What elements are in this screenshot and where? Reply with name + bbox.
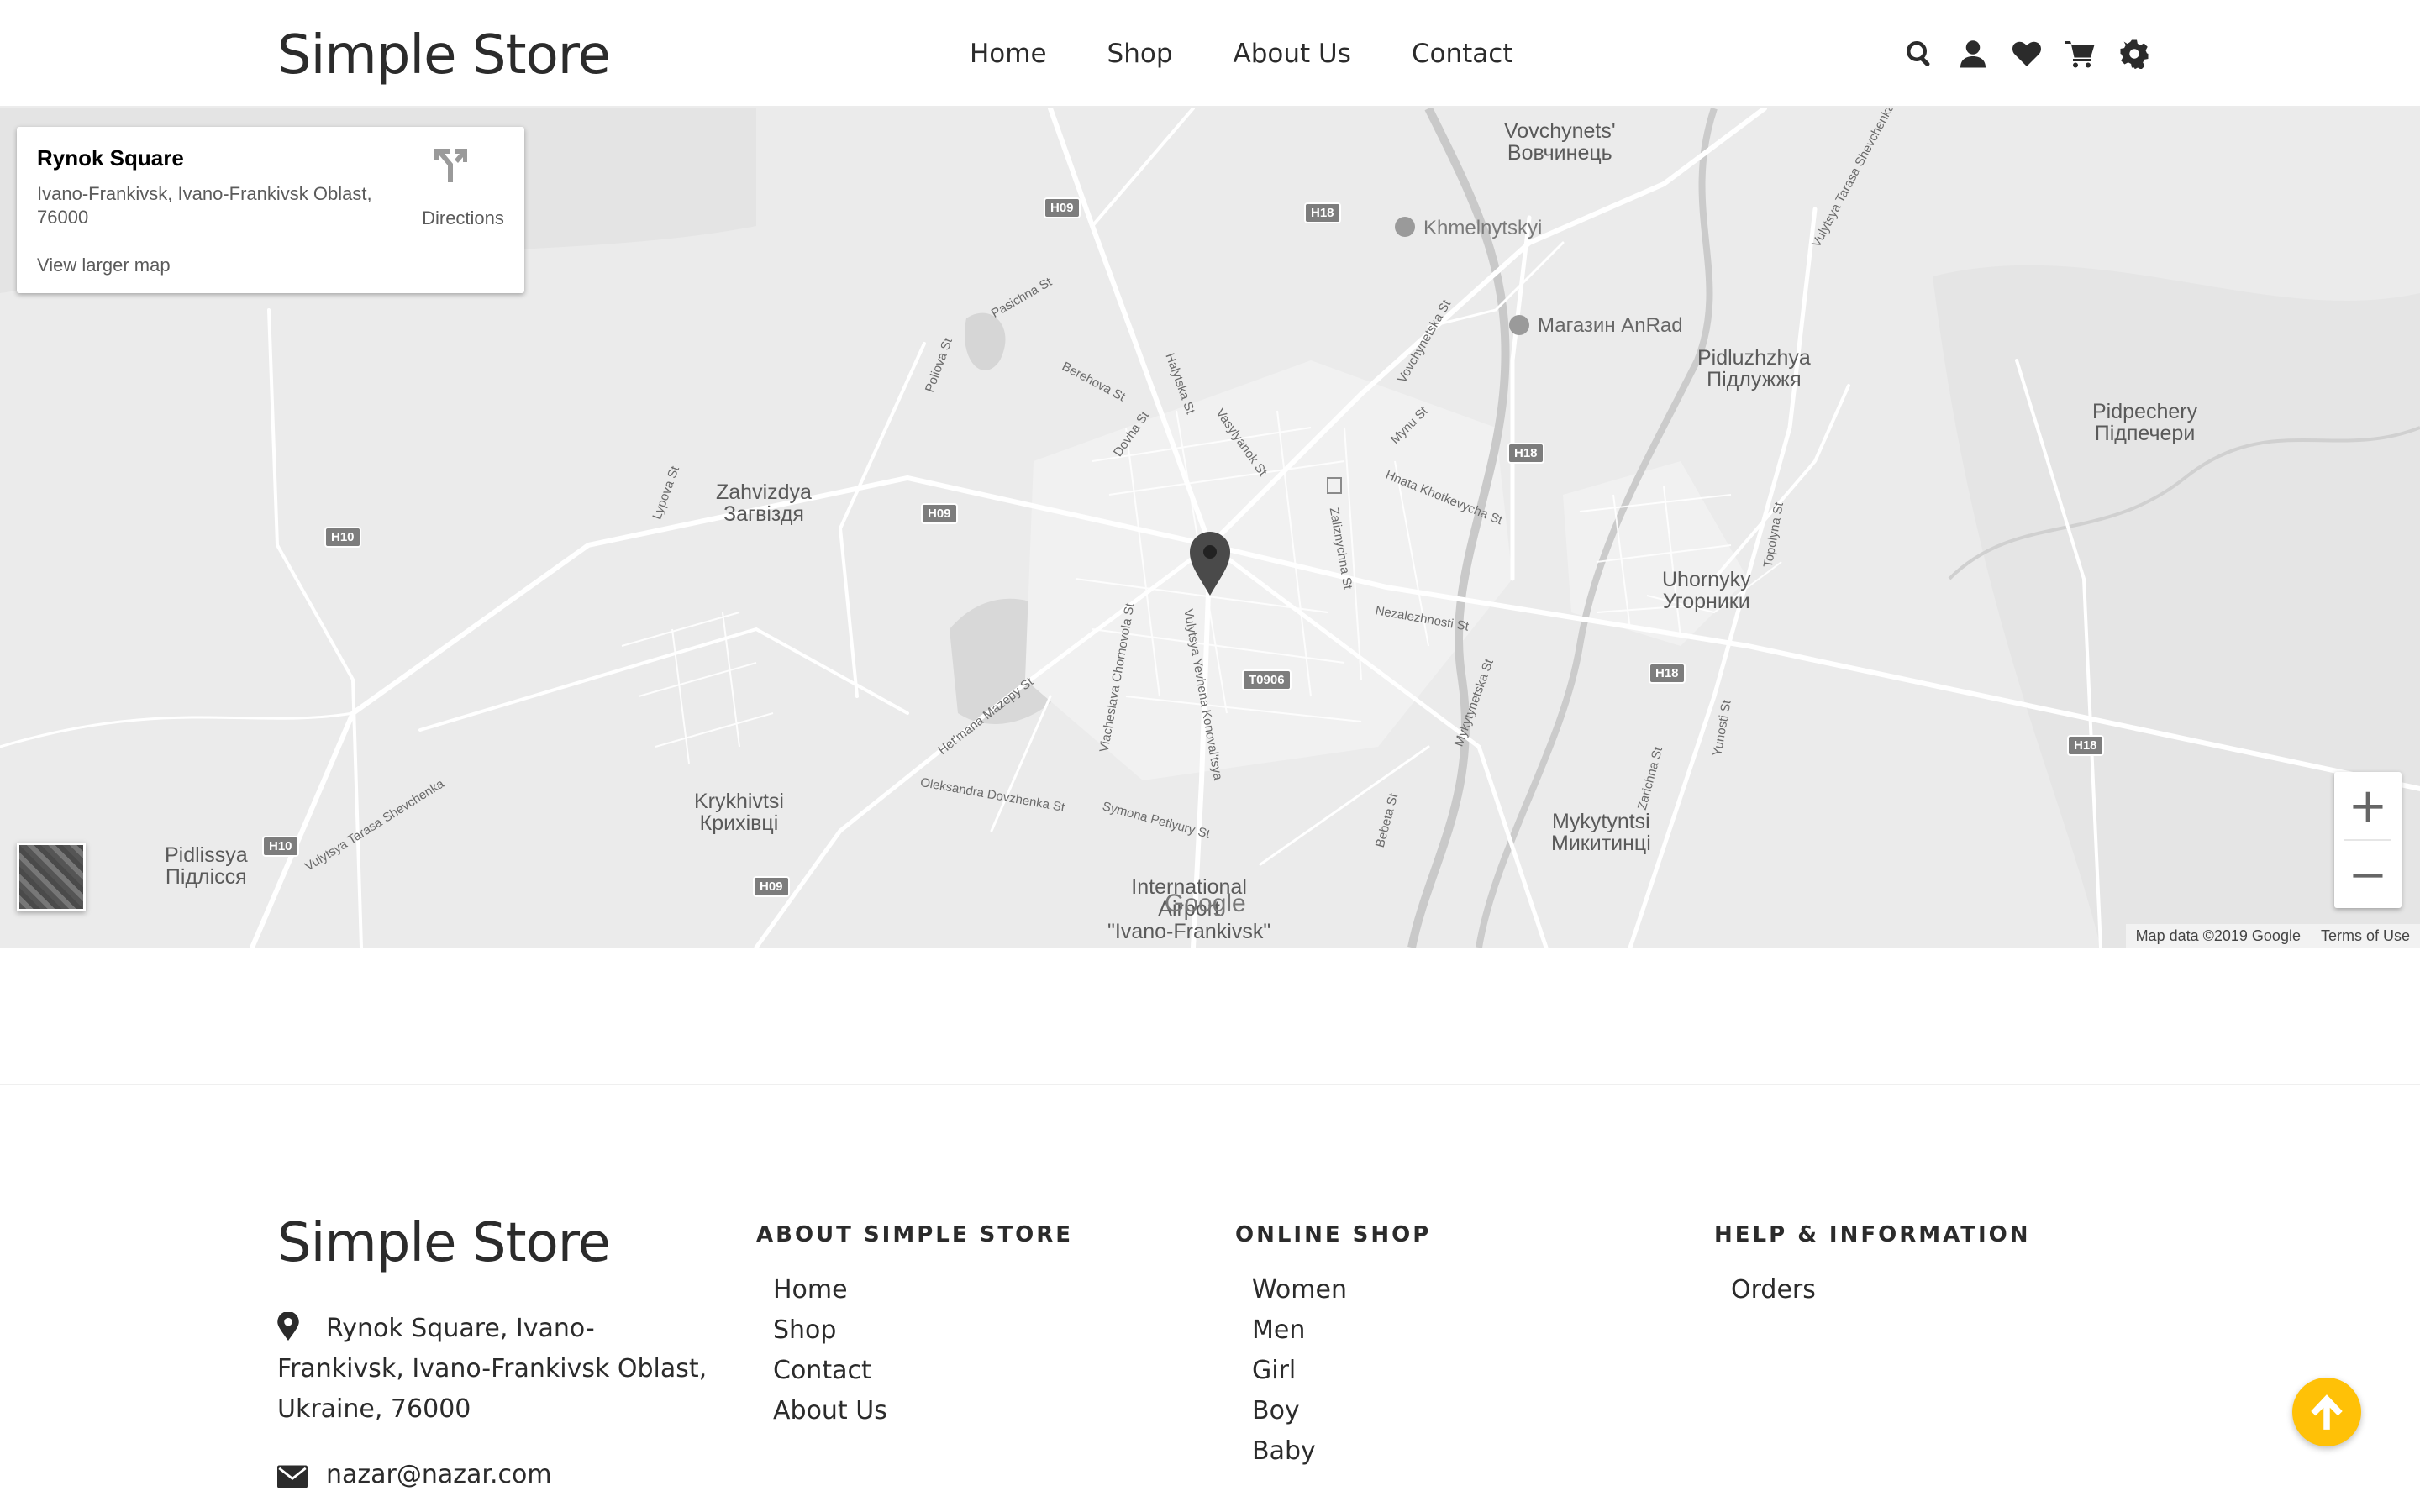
footer-logo: Simple Store xyxy=(277,1212,611,1274)
place-address: Ivano-Frankivsk, Ivano-Frankivsk Oblast,… xyxy=(37,183,372,228)
map-label-krykhivtsi: Krykhivtsi Крихівці xyxy=(694,790,784,836)
footer-link-orders[interactable]: Orders xyxy=(1731,1270,2031,1310)
back-to-top-button[interactable] xyxy=(2292,1378,2361,1446)
road-shield: H09 xyxy=(921,503,958,524)
map-label-pidluzhzhya: Pidluzhzhya Підлужжя xyxy=(1697,346,1811,392)
zoom-in-button[interactable]: + xyxy=(2334,772,2402,839)
directions-icon[interactable] xyxy=(432,145,472,186)
map-label-zahvizdya: Zahvizdya Загвіздя xyxy=(716,480,812,527)
footer-email[interactable]: nazar@nazar.com xyxy=(326,1455,552,1495)
terms-link[interactable]: Terms of Use xyxy=(2311,927,2420,945)
footer-link-shop[interactable]: Shop xyxy=(773,1310,1073,1351)
map-label-mykytyntsi: Mykytyntsi Микитинці xyxy=(1551,810,1651,856)
map-embed[interactable]: Vovchynets' Вовчинець Khmelnytskyi Магаз… xyxy=(0,108,2420,948)
footer-link-about-us[interactable]: About Us xyxy=(773,1391,1073,1431)
google-logo[interactable]: Google xyxy=(1165,890,1246,918)
map-label-khmelnytskyi: Khmelnytskyi xyxy=(1423,217,1543,239)
map-attribution-bar: Map data ©2019 Google Terms of Use xyxy=(2125,924,2420,948)
footer-col-about: ABOUT SIMPLE STORE Home Shop Contact Abo… xyxy=(756,1221,1073,1431)
footer-link-women[interactable]: Women xyxy=(1252,1270,1431,1310)
place-title: Rynok Square xyxy=(37,145,184,171)
footer-link-contact[interactable]: Contact xyxy=(773,1351,1073,1391)
main-nav: Home Shop About Us Contact xyxy=(970,35,1513,72)
site-header: Simple Store Home Shop About Us Contact xyxy=(0,0,2420,108)
road-shield: H18 xyxy=(1304,202,1341,223)
map-attribution: Map data ©2019 Google xyxy=(2135,927,2301,944)
road-shield: H18 xyxy=(1649,663,1686,684)
header-actions xyxy=(1904,37,2149,71)
road-shield: T0906 xyxy=(1242,669,1292,690)
map-label-anrad: Магазин AnRad xyxy=(1538,314,1683,337)
road-shield: H10 xyxy=(324,527,361,548)
satellite-toggle[interactable] xyxy=(17,843,86,911)
footer-col-title: ONLINE SHOP xyxy=(1235,1222,1432,1247)
footer-link-boy[interactable]: Boy xyxy=(1252,1391,1431,1431)
arrow-up-icon xyxy=(2311,1394,2343,1430)
map-label-vovchynets: Vovchynets' Вовчинець xyxy=(1504,119,1616,165)
directions-label[interactable]: Directions xyxy=(400,207,526,229)
footer-link-men[interactable]: Men xyxy=(1252,1310,1431,1351)
map-label-pidpechery: Pidpechery Підпечери xyxy=(2092,400,2198,446)
road-shield: H18 xyxy=(2067,735,2104,756)
footer-link-girl[interactable]: Girl xyxy=(1252,1351,1431,1391)
road-shield: H18 xyxy=(1507,443,1544,464)
site-logo[interactable]: Simple Store xyxy=(277,24,611,87)
envelope-icon xyxy=(277,1465,308,1488)
nav-about-us[interactable]: About Us xyxy=(1234,35,1351,72)
nav-contact[interactable]: Contact xyxy=(1412,35,1513,72)
user-icon[interactable] xyxy=(1958,37,1988,71)
cart-icon[interactable] xyxy=(2065,37,2096,71)
place-info-card: Rynok Square Ivano-Frankivsk, Ivano-Fran… xyxy=(17,127,524,293)
view-larger-map-link[interactable]: View larger map xyxy=(37,255,171,276)
zoom-controls: + − xyxy=(2334,772,2402,908)
footer-link-home[interactable]: Home xyxy=(773,1270,1073,1310)
footer-address: Rynok Square, Ivano-Frankivsk, Ivano-Fra… xyxy=(277,1314,708,1424)
heart-icon[interactable] xyxy=(2012,37,2042,71)
footer-col-help: HELP & INFORMATION Orders xyxy=(1714,1221,2031,1310)
footer-col-title: ABOUT SIMPLE STORE xyxy=(756,1222,1073,1247)
footer-col-online-shop: ONLINE SHOP Women Men Girl Boy Baby xyxy=(1235,1221,1431,1472)
map-label-uhornyky: Uhornyky Угорники xyxy=(1662,568,1751,614)
road-shield: H09 xyxy=(1044,197,1081,218)
gear-icon[interactable] xyxy=(2119,37,2149,71)
zoom-out-button[interactable]: − xyxy=(2334,841,2402,908)
road-shield: H10 xyxy=(262,836,299,857)
road-shield: H09 xyxy=(753,876,790,897)
nav-home[interactable]: Home xyxy=(970,35,1047,72)
footer-col-title: HELP & INFORMATION xyxy=(1714,1222,2031,1247)
nav-shop[interactable]: Shop xyxy=(1107,35,1173,72)
footer-divider xyxy=(0,1084,2420,1085)
footer-link-baby[interactable]: Baby xyxy=(1252,1431,1431,1472)
map-label-pidlissya: Pidlissya Підлісся xyxy=(165,843,248,890)
search-icon[interactable] xyxy=(1904,37,1934,71)
